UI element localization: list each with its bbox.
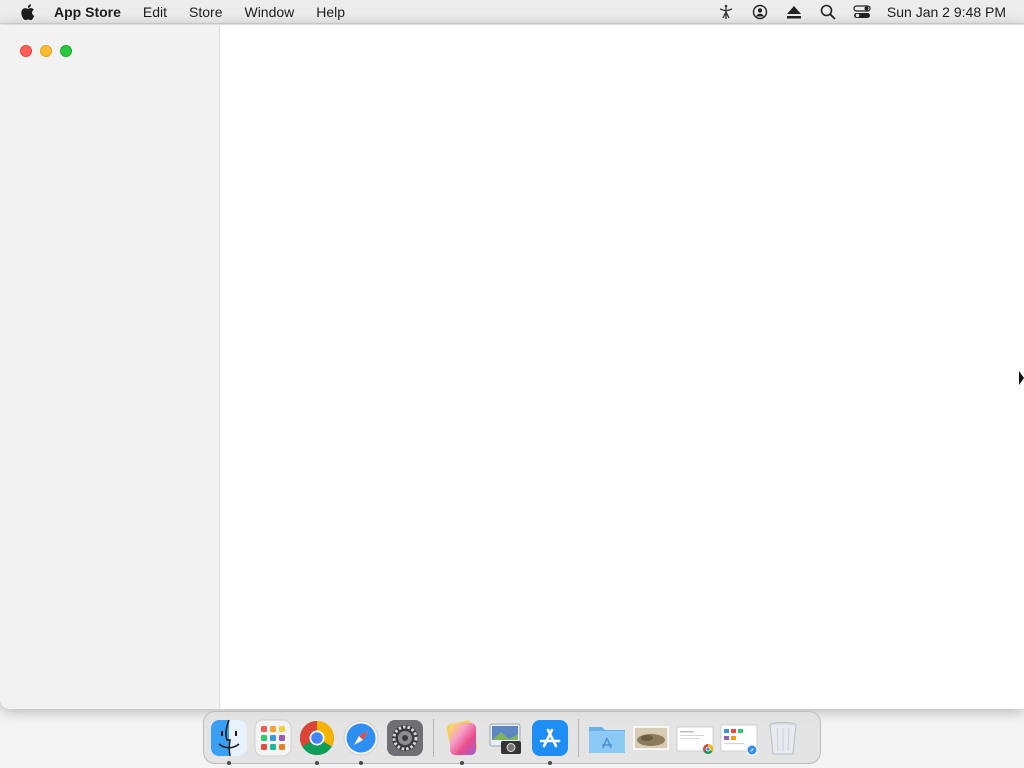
dock-document-chrome[interactable] [675, 718, 715, 758]
app-store-window [0, 25, 1024, 709]
running-indicator [315, 760, 319, 765]
finder-icon [211, 719, 247, 756]
safari-icon [343, 720, 379, 755]
dock-color-picker[interactable] [442, 718, 482, 765]
dock-separator [433, 718, 434, 757]
minimize-window-button[interactable] [40, 45, 52, 57]
user-account-icon[interactable] [751, 3, 769, 21]
main-content-area [220, 25, 1024, 709]
menu-store[interactable]: Store [189, 4, 222, 20]
dock-document-safari[interactable] [719, 718, 759, 758]
sidebar [0, 25, 220, 709]
system-preferences-icon [387, 719, 423, 756]
dock-finder[interactable] [209, 718, 249, 765]
running-indicator [227, 760, 231, 765]
dock-chrome[interactable] [297, 718, 337, 765]
dock-applications-folder[interactable] [587, 718, 627, 758]
menu-bar-clock[interactable]: Sun Jan 2 9:48 PM [887, 4, 1006, 20]
preview-icon [489, 723, 521, 754]
dock-separator [578, 718, 579, 757]
spotlight-search-icon[interactable] [819, 3, 837, 21]
running-indicator [359, 760, 363, 765]
dock-safari[interactable] [341, 718, 381, 765]
applications-folder-icon [589, 726, 625, 753]
dock-photo-thumbnail[interactable] [631, 718, 671, 758]
document-chrome-icon [676, 726, 714, 754]
menu-app-store[interactable]: App Store [54, 4, 121, 20]
trash-icon [769, 721, 797, 754]
control-center-icon[interactable] [853, 3, 871, 21]
launchpad-icon [254, 719, 292, 756]
photo-thumbnail-icon [633, 725, 669, 750]
eject-icon[interactable] [785, 3, 803, 21]
accessibility-icon[interactable] [717, 3, 735, 21]
menu-bar: App Store Edit Store Window Help Sun Jan… [0, 0, 1024, 24]
dock [203, 711, 821, 765]
dock-system-preferences[interactable] [385, 718, 425, 758]
app-store-icon [532, 719, 568, 756]
close-window-button[interactable] [20, 45, 32, 57]
running-indicator [460, 760, 464, 765]
color-picker-icon [446, 720, 478, 755]
window-controls [20, 45, 80, 57]
menu-help[interactable]: Help [316, 4, 345, 20]
apple-logo-icon[interactable] [18, 3, 36, 21]
menu-edit[interactable]: Edit [143, 4, 167, 20]
chrome-icon [300, 720, 334, 755]
running-indicator [548, 760, 552, 765]
dock-trash[interactable] [763, 718, 803, 758]
dock-app-store[interactable] [530, 718, 570, 765]
dock-launchpad[interactable] [253, 718, 293, 758]
menu-window[interactable]: Window [244, 4, 294, 20]
zoom-window-button[interactable] [60, 45, 72, 57]
document-safari-icon [720, 724, 758, 755]
mouse-cursor-icon [1019, 371, 1024, 385]
dock-preview[interactable] [486, 718, 526, 758]
